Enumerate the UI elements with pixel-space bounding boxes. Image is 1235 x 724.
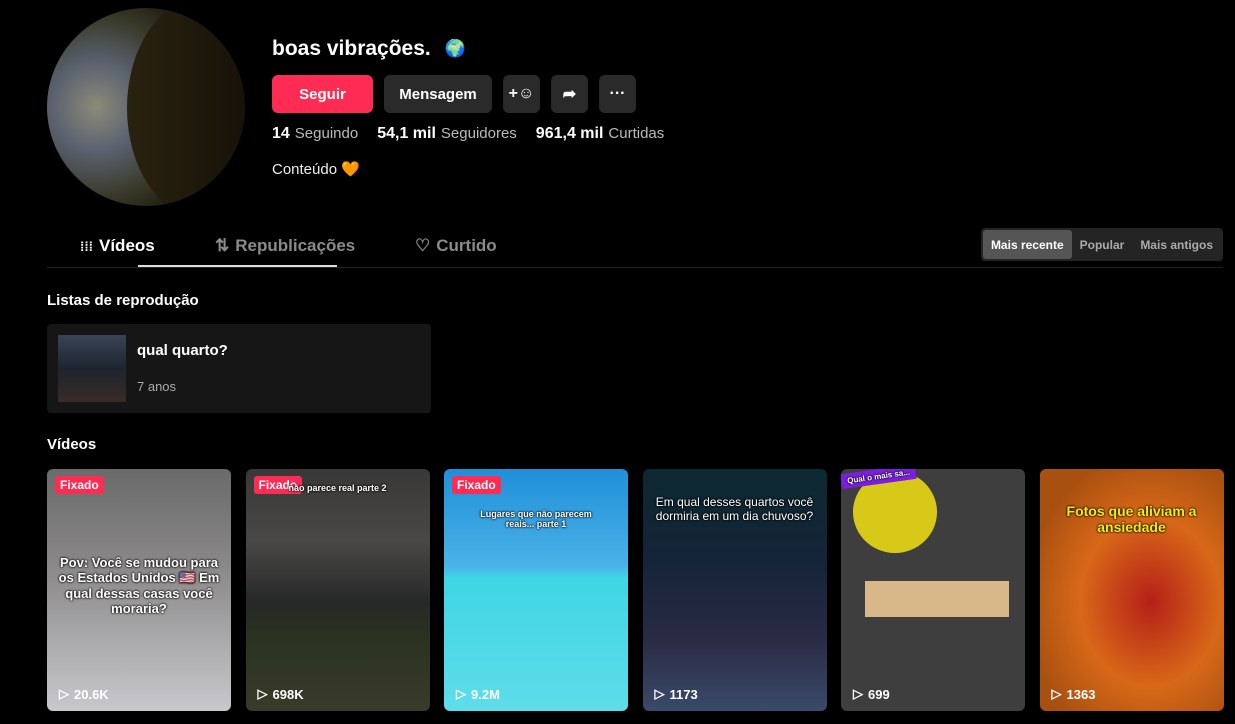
video-card[interactable]: Fixado Pov: Você se mudou para os Estados…	[47, 469, 231, 711]
views-text: 9.2M	[471, 686, 500, 702]
message-button[interactable]: Mensagem	[384, 75, 492, 113]
video-card[interactable]: Fixado não parece real parte 2 ▷ 698K	[245, 469, 430, 711]
video-grid: Fixado Pov: Você se mudou para os Estados…	[47, 469, 1224, 711]
stat-followers[interactable]: 54,1 mil Seguidores	[377, 125, 517, 143]
stat-label: Curtidas	[608, 125, 665, 142]
play-icon: ▷	[257, 686, 268, 701]
tab-videos[interactable]: ⁞⁞⁞ Vídeos	[80, 236, 155, 256]
view-count: ▷ 698K	[258, 686, 304, 702]
stat-label: Seguindo	[294, 125, 359, 142]
video-caption: não parece real parte 2	[288, 483, 387, 493]
view-count: ▷ 9.2M	[456, 686, 500, 702]
tab-reposts[interactable]: ⇅ Republicações	[215, 236, 355, 256]
profile-avatar	[47, 8, 245, 206]
heart-icon: ♡	[415, 236, 431, 255]
sort-oldest[interactable]: Mais antigos	[1132, 230, 1221, 259]
video-card[interactable]: Qual o mais sa... ▷ 699	[841, 469, 1025, 711]
pinned-badge: Fixado	[55, 476, 104, 494]
view-count: ▷ 20.6K	[59, 686, 109, 702]
tab-liked[interactable]: ♡ Curtido	[415, 236, 497, 256]
views-text: 20.6K	[74, 686, 109, 702]
video-caption: Lugares que não parecem reais... parte 1	[480, 509, 592, 529]
tab-label: Republicações	[235, 236, 356, 255]
follow-button[interactable]: Seguir	[272, 75, 373, 113]
views-text: 1363	[1066, 686, 1096, 702]
play-icon: ▷	[59, 686, 69, 701]
views-text: 698K	[272, 686, 304, 702]
pinned-badge: Fixado	[452, 476, 501, 494]
profile-stats: 14 Seguindo 54,1 mil Seguidores 961,4 mil C…	[272, 125, 664, 143]
grid-icon: ⁞⁞⁞	[80, 238, 93, 254]
play-icon: ▷	[1051, 686, 1062, 701]
video-caption: Pov: Você se mudou para os Estados Unido…	[58, 555, 220, 616]
mousetrap-image	[865, 581, 1009, 617]
add-friend-button[interactable]: +☺	[503, 75, 540, 113]
view-count: ▷ 699	[853, 686, 890, 702]
username: boas vibrações.	[272, 37, 431, 60]
video-card[interactable]: Fixado Lugares que não parecem reais... p…	[444, 469, 628, 711]
repost-icon: ⇅	[215, 236, 230, 255]
profile-tabs: ⁞⁞⁞ Vídeos ⇅ Republicações ♡ Curtido Mais r…	[47, 222, 1223, 268]
video-card[interactable]: Em qual desses quartos você dormiria em …	[642, 469, 827, 711]
videos-heading: Vídeos	[47, 436, 97, 453]
globe-emoji: 🌍	[444, 39, 466, 58]
playlist-thumbnail	[58, 335, 126, 402]
views-text: 1173	[669, 686, 698, 702]
video-caption: Fotos que aliviam a ansiedade	[1066, 503, 1197, 535]
share-icon: ➦	[562, 86, 577, 103]
more-button[interactable]: ···	[599, 75, 636, 113]
active-tab-underline	[138, 265, 337, 267]
tab-label: Vídeos	[99, 236, 155, 255]
view-count: ▷ 1173	[655, 686, 698, 702]
views-text: 699	[868, 686, 890, 702]
stat-following[interactable]: 14 Seguindo	[272, 125, 358, 143]
playlist-subtitle: 7 anos	[137, 379, 177, 394]
stat-likes: 961,4 mil Curtidas	[536, 125, 664, 143]
playlist-card[interactable]: qual quarto? 7 anos	[47, 324, 431, 413]
play-icon: ▷	[456, 686, 466, 701]
video-caption: Em qual desses quartos você dormiria em …	[655, 495, 814, 523]
profile-name: boas vibrações. 🌍	[272, 37, 466, 61]
share-button[interactable]: ➦	[551, 75, 588, 113]
stat-value: 14	[272, 125, 290, 142]
sort-popular[interactable]: Popular	[1072, 230, 1133, 259]
stat-value: 54,1 mil	[377, 125, 436, 142]
view-count: ▷ 1363	[1052, 686, 1096, 702]
sort-toggle: Mais recente Popular Mais antigos	[980, 228, 1223, 261]
play-icon: ▷	[654, 686, 665, 701]
play-icon: ▷	[853, 686, 863, 701]
video-card[interactable]: Fotos que aliviam a ansiedade ▷ 1363	[1039, 469, 1224, 711]
sort-latest[interactable]: Mais recente	[982, 230, 1072, 259]
stat-value: 961,4 mil	[535, 125, 604, 142]
person-plus-icon: +☺	[508, 85, 535, 102]
stat-label: Seguidores	[440, 125, 517, 142]
playlists-heading: Listas de reprodução	[47, 292, 199, 309]
profile-bio: Conteúdo 🧡	[272, 161, 360, 178]
tab-label: Curtido	[436, 236, 497, 255]
playlist-title: qual quarto?	[137, 342, 228, 359]
